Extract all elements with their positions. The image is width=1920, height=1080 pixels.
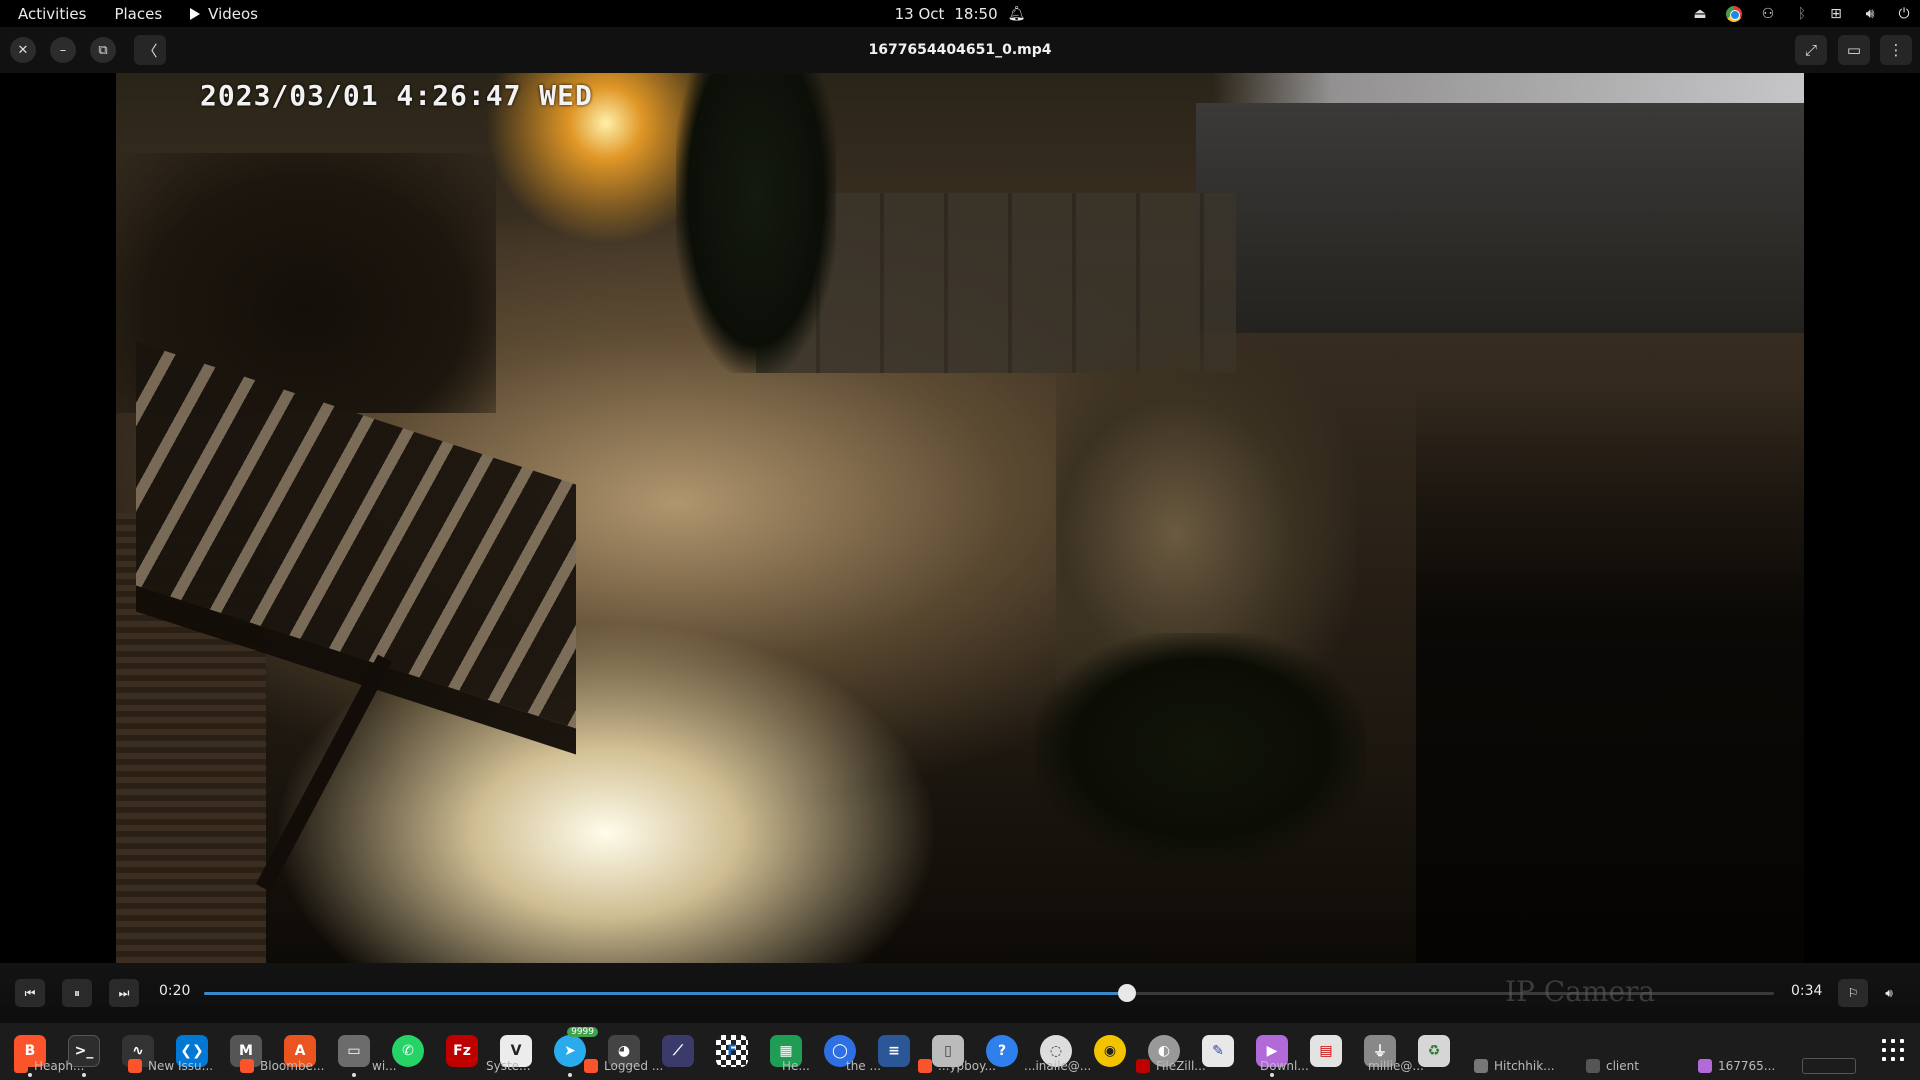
pause-button[interactable]: ⏸ — [62, 979, 92, 1007]
power-icon[interactable]: ⏻ — [1896, 6, 1912, 22]
window-item[interactable]: FileZill... — [1136, 1056, 1226, 1076]
activities-button[interactable]: Activities — [0, 5, 100, 23]
brave-icon — [584, 1059, 598, 1073]
close-icon: ✕ — [17, 42, 29, 58]
window-item[interactable]: the ... — [846, 1056, 906, 1076]
telegram-badge: 9999 — [567, 1027, 598, 1037]
total-time: 0:34 — [1791, 983, 1823, 999]
app-menu-label: Videos — [208, 4, 258, 23]
brave-icon — [240, 1059, 254, 1073]
restore-icon: ⧉ — [98, 42, 108, 58]
play-icon — [190, 7, 201, 20]
places-menu[interactable]: Places — [100, 5, 176, 23]
filezilla-icon — [1136, 1059, 1150, 1073]
previous-button[interactable]: ⏮ — [15, 979, 45, 1007]
current-time: 0:20 — [159, 983, 191, 999]
videos-app-icon — [1698, 1059, 1712, 1073]
minimize-icon: – — [59, 42, 67, 58]
close-button[interactable]: ✕ — [10, 37, 36, 63]
scene-pole — [255, 654, 393, 892]
pause-icon: ⏸ — [73, 985, 80, 1000]
volume-icon: 🔊︎ — [1885, 985, 1893, 1000]
player-controls: ⏮ ⏸ ⏭ 0:20 IP Camera 0:34 ⚐ 🔊︎ — [0, 963, 1920, 1023]
window-item[interactable]: ...inaile@... — [1024, 1056, 1124, 1076]
running-indicator — [568, 1073, 572, 1077]
scene-building — [1196, 103, 1804, 333]
workspace-indicator[interactable] — [1802, 1058, 1856, 1074]
running-indicator — [352, 1073, 356, 1077]
window-item[interactable]: millie@... — [1368, 1056, 1458, 1076]
window-item[interactable]: Hitchhik... — [1474, 1056, 1574, 1076]
scene-dark-ground — [1416, 393, 1804, 963]
chrome-icon[interactable] — [1726, 5, 1742, 22]
restore-button[interactable]: ⧉ — [90, 37, 116, 63]
window-item[interactable]: Bloombe... — [240, 1056, 340, 1076]
show-apps-icon[interactable] — [1882, 1039, 1904, 1061]
telegram-icon[interactable]: ➤ 9999 — [554, 1027, 598, 1067]
fullscreen-icon: ⤢ — [1804, 41, 1817, 59]
subtitles-button[interactable]: ▭ — [1838, 35, 1870, 65]
window-item[interactable]: New Issu... — [128, 1056, 228, 1076]
scene-fir-tree — [676, 73, 836, 373]
eject-icon[interactable]: ⏏ — [1692, 6, 1708, 22]
next-button[interactable]: ⏭ — [109, 979, 139, 1007]
top-bar: Activities Places Videos 13 Oct 18:50 🔔︎… — [0, 0, 1920, 27]
fullscreen-button[interactable]: ⤢ — [1795, 35, 1827, 65]
network-icon[interactable]: ⊞ — [1828, 6, 1844, 22]
bluetooth-icon[interactable]: ᛒ — [1794, 6, 1810, 22]
clock[interactable]: 13 Oct 18:50 🔔︎ — [895, 0, 1026, 27]
files-icon[interactable]: ▭ — [338, 1035, 370, 1067]
kebab-menu-icon: ⋮ — [1888, 41, 1904, 59]
app-menu-videos[interactable]: Videos — [176, 5, 272, 23]
seek-handle[interactable] — [1118, 984, 1137, 1002]
window-icon — [1474, 1059, 1488, 1073]
clock-time: 18:50 — [954, 4, 998, 23]
volume-button[interactable]: 🔊︎ — [1874, 979, 1904, 1007]
seek-progress — [204, 992, 1128, 995]
terminal-icon — [1586, 1059, 1600, 1073]
video-title: 1677654404651_0.mp4 — [868, 42, 1052, 58]
brave-icon — [918, 1059, 932, 1073]
chevron-left-icon: 〈 — [142, 41, 158, 60]
minimize-button[interactable]: – — [50, 37, 76, 63]
video-frame[interactable]: 2023/03/01 4:26:47 WED — [116, 73, 1804, 963]
window-item[interactable]: ...ypboy... — [918, 1056, 1008, 1076]
skip-next-icon: ⏭ — [118, 985, 130, 1000]
brave-icon — [128, 1059, 142, 1073]
subtitles-icon: ▭ — [1846, 41, 1862, 59]
system-tray: ⏏ ⚇ ᛒ ⊞ 🔊︎ ⏻ — [1692, 0, 1912, 27]
window-item[interactable]: Logged ... — [584, 1056, 674, 1076]
camera-timestamp: 2023/03/01 4:26:47 WED — [200, 79, 593, 112]
back-button[interactable]: 〈 — [134, 35, 166, 65]
window-item[interactable]: client — [1586, 1056, 1676, 1076]
video-area[interactable]: 2023/03/01 4:26:47 WED — [0, 73, 1920, 963]
video-header-bar: ✕ – ⧉ 〈 1677654404651_0.mp4 ⤢ ▭ ⋮ — [0, 27, 1920, 73]
bell-icon: 🔔︎ — [1007, 5, 1026, 22]
window-item[interactable]: He... — [782, 1056, 842, 1076]
audio-track-button[interactable]: ⚐ — [1838, 979, 1868, 1007]
accessibility-icon[interactable]: ⚇ — [1760, 6, 1776, 22]
window-item[interactable]: wi... — [372, 1056, 432, 1076]
window-item[interactable]: 167765... — [1698, 1056, 1798, 1076]
flag-app-icon[interactable]: F — [716, 1035, 748, 1067]
scene-bush — [1036, 633, 1366, 863]
filezilla-icon[interactable]: Fz — [446, 1035, 478, 1067]
audio-track-icon: ⚐ — [1847, 986, 1859, 1000]
menu-button[interactable]: ⋮ — [1880, 35, 1912, 65]
skip-previous-icon: ⏮ — [24, 985, 36, 1000]
clock-date: 13 Oct — [894, 4, 945, 23]
brave-icon — [14, 1059, 28, 1073]
window-item[interactable]: Heaph... — [14, 1056, 104, 1076]
window-item[interactable]: Downl... — [1260, 1056, 1330, 1076]
volume-icon[interactable]: 🔊︎ — [1862, 6, 1878, 22]
window-item[interactable]: Syste... — [486, 1056, 556, 1076]
